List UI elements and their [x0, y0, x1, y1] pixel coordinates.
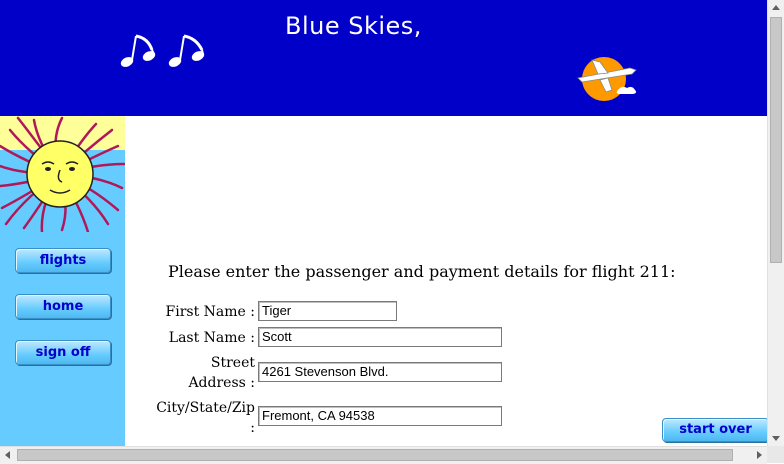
form-heading: Please enter the passenger and payment d…	[168, 262, 676, 281]
scroll-right-icon[interactable]	[757, 451, 762, 459]
scroll-up-icon[interactable]	[772, 5, 780, 10]
street-label-line1: Street	[210, 355, 255, 371]
first-name-field[interactable]	[258, 301, 397, 321]
music-notes-icon	[120, 34, 205, 67]
street-address-label: Street Address :	[135, 353, 255, 393]
scroll-left-icon[interactable]	[5, 451, 10, 459]
horizontal-scrollbar[interactable]	[0, 446, 767, 464]
city-state-zip-field[interactable]	[258, 406, 502, 426]
sun-panel	[0, 116, 125, 232]
home-button[interactable]: home	[15, 294, 111, 319]
street-label-line2: Address :	[188, 375, 255, 391]
header-banner: Blue Skies,	[0, 0, 767, 116]
horizontal-scroll-thumb[interactable]	[17, 449, 733, 461]
scroll-down-icon[interactable]	[772, 436, 780, 441]
city-label-line1: City/State/Zip	[156, 400, 255, 416]
sun-face-icon	[0, 116, 125, 232]
vertical-scroll-thumb[interactable]	[770, 17, 782, 263]
flights-button[interactable]: flights	[15, 248, 111, 273]
vertical-scrollbar[interactable]	[767, 0, 784, 446]
last-name-label: Last Name :	[168, 330, 255, 346]
last-name-field[interactable]	[258, 327, 502, 347]
site-title: Blue Skies,	[285, 12, 422, 40]
airplane-logo-icon	[577, 57, 637, 101]
start-over-button[interactable]: start over	[662, 418, 769, 442]
city-label-line2: :	[250, 420, 255, 436]
city-state-zip-label: City/State/Zip :	[135, 398, 255, 438]
first-name-label: First Name :	[165, 304, 255, 320]
sign-off-button[interactable]: sign off	[15, 340, 111, 365]
scrollbar-corner	[767, 446, 784, 463]
street-address-field[interactable]	[258, 362, 502, 382]
